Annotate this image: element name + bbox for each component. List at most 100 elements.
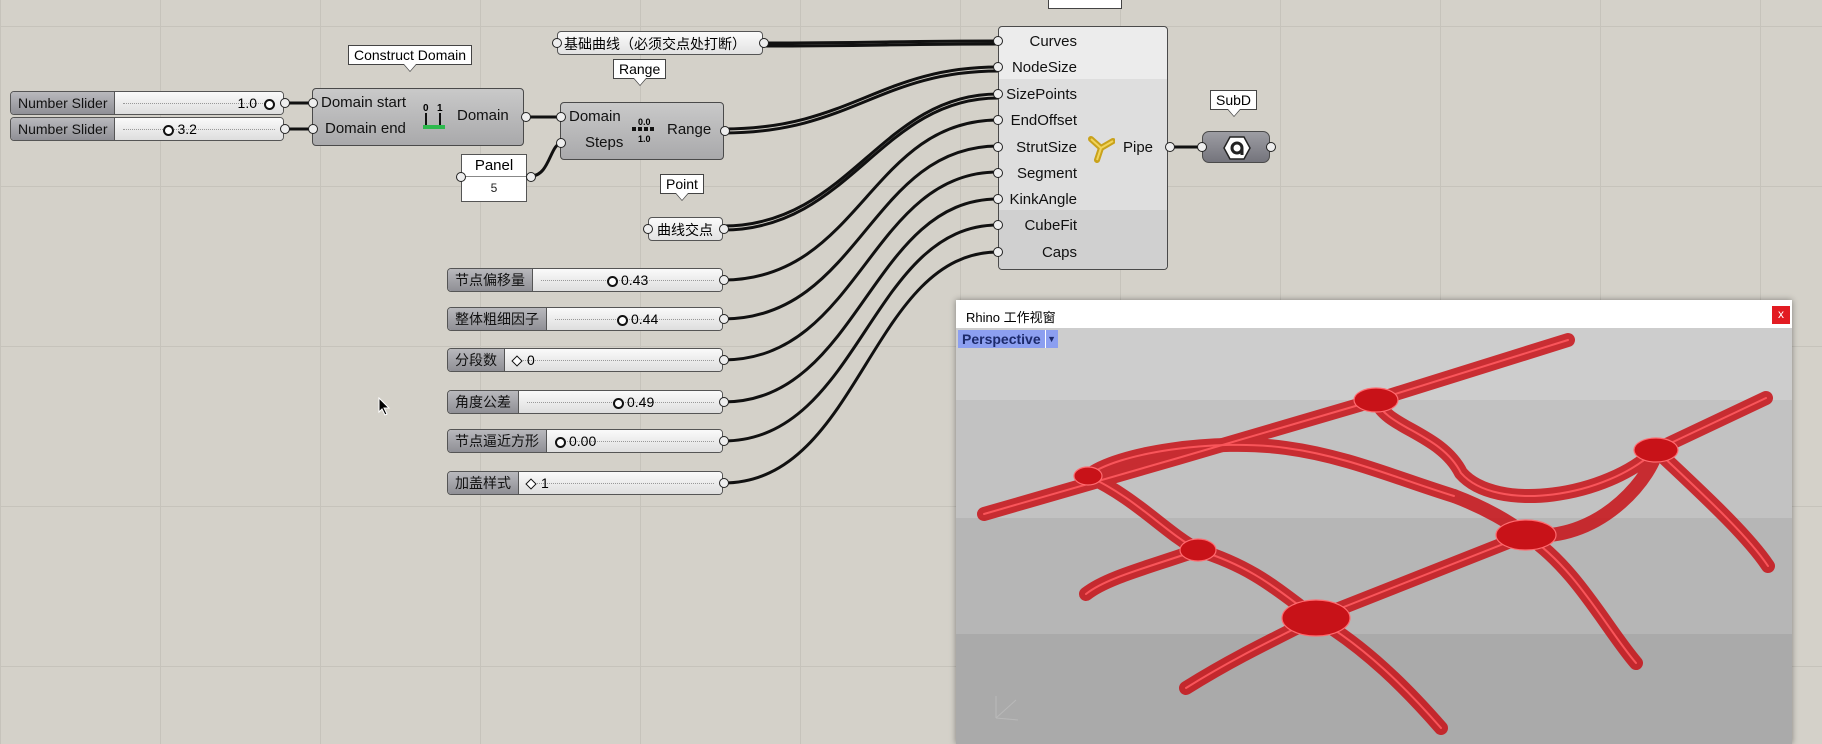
pipe-input-endoffset[interactable]: EndOffset	[1011, 112, 1077, 129]
rhino-viewport-window[interactable]: Rhino 工作视窗 x Perspective ▼	[956, 300, 1792, 744]
slider-value: 1	[541, 475, 549, 491]
input-port[interactable]	[993, 247, 1003, 257]
slider-label: Number Slider	[11, 92, 116, 114]
input-port[interactable]	[308, 98, 318, 108]
output-port[interactable]	[526, 172, 536, 182]
slider-track[interactable]: 0.44	[547, 308, 722, 330]
slider-track[interactable]: 1.0	[115, 92, 283, 114]
multipipe-component[interactable]: Curves NodeSize SizePoints EndOffset Str…	[998, 26, 1168, 270]
input-port[interactable]	[308, 124, 318, 134]
output-port[interactable]	[719, 478, 729, 488]
pipe-input-curves[interactable]: Curves	[1029, 33, 1077, 50]
slider-knob[interactable]	[264, 99, 275, 110]
slider-node-square[interactable]: 节点逼近方形 0.00	[447, 429, 723, 453]
slider-thickness[interactable]: 整体粗细因子 0.44	[447, 307, 723, 331]
output-port[interactable]	[719, 314, 729, 324]
slider-label: 整体粗细因子	[448, 308, 547, 330]
slider-track[interactable]: 0.49	[519, 391, 722, 413]
input-port[interactable]	[993, 62, 1003, 72]
output-port[interactable]	[280, 124, 290, 134]
input-port[interactable]	[556, 112, 566, 122]
pipe-input-caps[interactable]: Caps	[1042, 244, 1077, 261]
input-port[interactable]	[1197, 142, 1207, 152]
number-slider-2[interactable]: Number Slider 3.2	[10, 117, 284, 141]
slider-knob[interactable]	[163, 125, 175, 136]
slider-track[interactable]: 0	[505, 349, 722, 371]
slider-track[interactable]: 0.00	[547, 430, 722, 452]
pipe-input-strutsize[interactable]: StrutSize	[1016, 139, 1077, 156]
domain-start-input[interactable]: Domain start	[321, 94, 406, 111]
domain-output[interactable]: Domain	[457, 107, 509, 124]
curves-param[interactable]: 基础曲线（必须交点处打断）	[557, 31, 763, 55]
subd-param[interactable]	[1202, 131, 1270, 163]
domain-end-input[interactable]: Domain end	[325, 120, 406, 137]
slider-knob[interactable]	[511, 355, 523, 367]
slider-knob[interactable]	[525, 478, 537, 490]
output-port[interactable]	[280, 98, 290, 108]
slider-track[interactable]: 3.2	[115, 118, 283, 140]
output-port[interactable]	[1165, 142, 1175, 152]
output-port[interactable]	[719, 397, 729, 407]
input-port[interactable]	[552, 38, 562, 48]
slider-knob[interactable]	[607, 276, 618, 287]
pipe-input-sizepoints[interactable]: SizePoints	[1006, 86, 1077, 103]
panel-component[interactable]: Panel 5	[461, 154, 527, 202]
slider-cap-style[interactable]: 加盖样式 1	[447, 471, 723, 495]
output-port[interactable]	[719, 436, 729, 446]
slider-value: 3.2	[177, 121, 197, 137]
number-slider-1[interactable]: Number Slider 1.0	[10, 91, 284, 115]
input-port[interactable]	[993, 36, 1003, 46]
slider-label: 节点偏移量	[448, 269, 533, 291]
pipe-input-segment[interactable]: Segment	[1017, 165, 1077, 182]
slider-value: 0.00	[569, 433, 597, 449]
pipe-input-kinkangle[interactable]: KinkAngle	[1009, 191, 1077, 208]
output-port[interactable]	[759, 38, 769, 48]
input-port[interactable]	[993, 89, 1003, 99]
point-tooltip: Point	[660, 174, 704, 201]
input-port[interactable]	[993, 194, 1003, 204]
pipe-output[interactable]: Pipe	[1123, 139, 1153, 156]
viewport-3d-area[interactable]: Perspective ▼	[956, 328, 1792, 744]
output-port[interactable]	[720, 126, 730, 136]
output-port[interactable]	[1266, 142, 1276, 152]
construct-domain-component[interactable]: Domain start Domain end 0 1 Domain	[312, 88, 524, 146]
slider-segments[interactable]: 分段数 0	[447, 348, 723, 372]
slider-value: 0.43	[621, 272, 649, 288]
slider-node-offset[interactable]: 节点偏移量 0.43	[447, 268, 723, 292]
panel-value[interactable]: 5	[462, 177, 526, 199]
slider-angle-tolerance[interactable]: 角度公差 0.49	[447, 390, 723, 414]
slider-label: 角度公差	[448, 391, 519, 413]
slider-knob[interactable]	[613, 398, 624, 409]
output-port[interactable]	[719, 224, 729, 234]
output-port[interactable]	[719, 355, 729, 365]
pipe-input-nodesize[interactable]: NodeSize	[1012, 59, 1077, 76]
slider-value: 0	[527, 352, 535, 368]
viewport-titlebar[interactable]: Rhino 工作视窗 x	[956, 300, 1792, 328]
input-port[interactable]	[993, 220, 1003, 230]
subd-icon	[1223, 136, 1251, 160]
input-port[interactable]	[556, 138, 566, 148]
output-port[interactable]	[719, 275, 729, 285]
wire-slider3-endoffset	[722, 118, 999, 282]
pipe-input-cubefit[interactable]: CubeFit	[1024, 217, 1077, 234]
slider-track[interactable]: 0.43	[533, 269, 722, 291]
input-port[interactable]	[993, 168, 1003, 178]
input-port[interactable]	[993, 115, 1003, 125]
close-button[interactable]: x	[1772, 306, 1790, 324]
range-output[interactable]: Range	[667, 121, 711, 138]
multipipe-icon	[1088, 136, 1115, 163]
range-steps-input[interactable]: Steps	[585, 134, 623, 151]
wire-range-nodesize-b	[723, 69, 999, 135]
range-component[interactable]: Domain Steps 0.0 1.0 Range	[560, 102, 724, 160]
slider-knob[interactable]	[555, 437, 566, 448]
range-domain-input[interactable]: Domain	[569, 108, 621, 125]
input-port[interactable]	[993, 142, 1003, 152]
input-port[interactable]	[456, 172, 466, 182]
wire-range-nodesize	[723, 65, 999, 131]
slider-knob[interactable]	[617, 315, 628, 326]
wire-panel-steps	[530, 141, 563, 178]
point-param[interactable]: 曲线交点	[648, 217, 723, 241]
input-port[interactable]	[643, 224, 653, 234]
slider-track[interactable]: 1	[519, 472, 722, 494]
output-port[interactable]	[521, 112, 531, 122]
